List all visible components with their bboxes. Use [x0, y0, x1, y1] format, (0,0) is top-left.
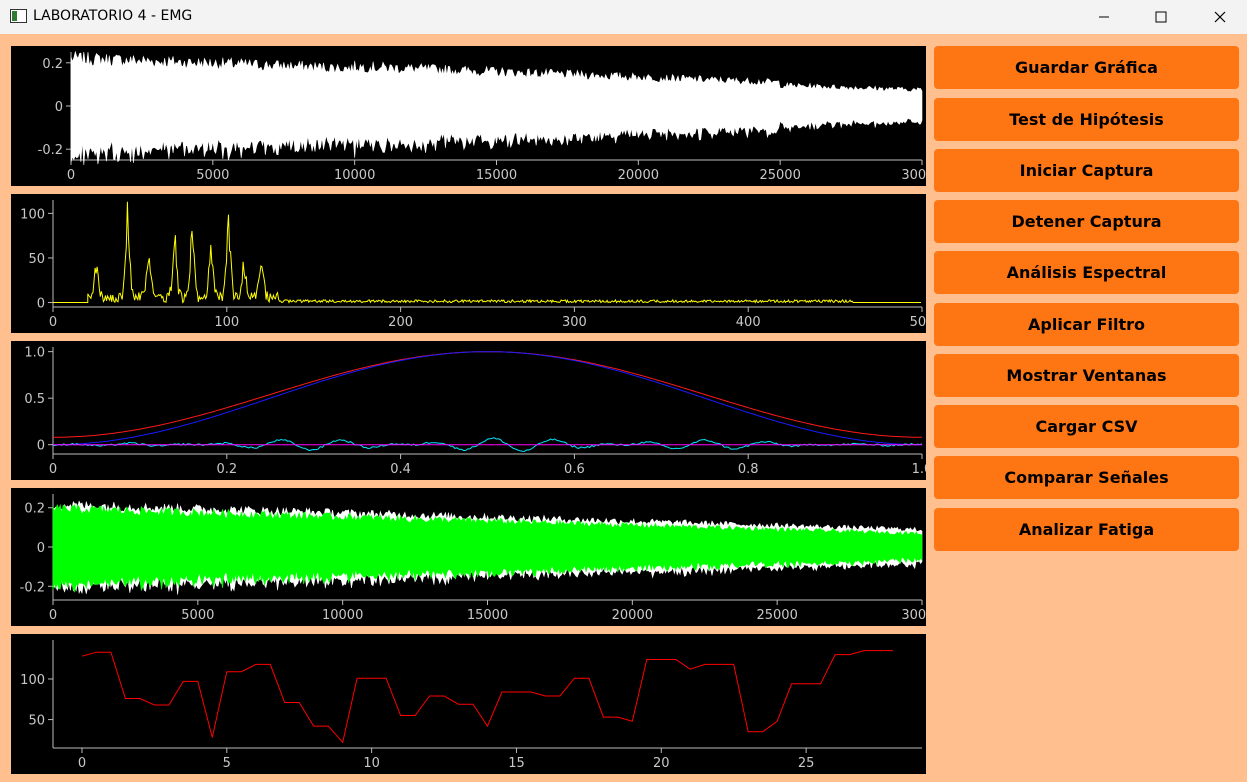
plot-svg: 0 5 10 15 20 25 100 50 [20, 640, 922, 771]
y-tick-label: -0.2 [38, 143, 63, 158]
x-tick-label: 25 [798, 756, 815, 771]
spectrum-plot[interactable]: 0100200300400500100500 [11, 194, 926, 333]
x-tick-label: 100 [214, 315, 239, 330]
title-bar: LABORATORIO 4 - EMG [0, 0, 1247, 34]
x-tick-label: 0 [67, 168, 75, 183]
plot-svg: 0 0.2 0.4 0.6 0.8 1.0 1.0 0.5 0 [24, 346, 926, 477]
fatigue-plot[interactable]: 0 5 10 15 20 25 100 50 [11, 634, 926, 774]
x-tick-label: 15 [508, 756, 525, 771]
x-tick-label: 10000 [334, 168, 375, 183]
x-tick-label: 30000 [901, 608, 926, 623]
x-tick-label: 10000 [322, 608, 363, 623]
x-tick-label: 0 [78, 756, 86, 771]
spectral-analysis-button[interactable]: Análisis Espectral [934, 251, 1239, 294]
save-chart-button[interactable]: Guardar Gráfica [934, 46, 1239, 89]
raw-emg-plot[interactable]: 0 5000 10000 15000 20000 25000 30000 0.2 0 -0.2 [11, 46, 926, 186]
x-tick-label: 5000 [181, 608, 214, 623]
y-tick-label: 0.2 [42, 57, 63, 72]
y-tick-label: 0 [37, 541, 45, 556]
y-tick-label: 1.0 [24, 346, 45, 361]
x-tick-label: 0 [49, 608, 57, 623]
x-tick-label: 15000 [467, 608, 508, 623]
plot-svg: 0 5000 10000 15000 20000 25000 30000 0.2 0 -0.2 [38, 50, 926, 183]
y-tick-label: 0 [37, 439, 45, 454]
close-icon [1214, 11, 1226, 23]
filtered-emg-plot[interactable]: 0 5000 10000 15000 20000 25000 30000 0.2 0 -0.2 [11, 488, 926, 626]
y-tick-label: 0.2 [24, 502, 45, 517]
window-title: LABORATORIO 4 - EMG [33, 8, 193, 24]
window-trace [53, 351, 922, 446]
window-trace [52, 351, 923, 438]
x-tick-label: 25000 [759, 168, 800, 183]
x-tick-label: 0.6 [564, 462, 585, 477]
start-capture-button[interactable]: Iniciar Captura [934, 149, 1239, 192]
plot-svg: 0 5000 10000 15000 20000 25000 30000 0.2 0 -0.2 [20, 494, 926, 623]
analyze-fatigue-button[interactable]: Analizar Fatiga [934, 508, 1239, 551]
x-tick-label: 5 [223, 756, 231, 771]
y-tick-label: 0.5 [24, 392, 45, 407]
x-tick-label: 0.4 [390, 462, 411, 477]
load-csv-button[interactable]: Cargar CSV [934, 405, 1239, 448]
plot-svg: 0100200300400500100500 [20, 200, 926, 330]
y-tick-label: -0.2 [20, 580, 45, 595]
maximize-button[interactable] [1131, 0, 1191, 34]
y-tick-label: 50 [28, 714, 45, 729]
windows-plot[interactable]: 0 0.2 0.4 0.6 0.8 1.0 1.0 0.5 0 [11, 341, 926, 480]
y-tick-label: 100 [20, 673, 45, 688]
x-tick-label: 0 [49, 315, 57, 330]
x-tick-label: 200 [388, 315, 413, 330]
stop-capture-button[interactable]: Detener Captura [934, 200, 1239, 243]
x-tick-label: 20000 [612, 608, 653, 623]
y-tick-label: 100 [20, 207, 45, 222]
x-tick-label: 25000 [756, 608, 797, 623]
x-tick-label: 0.2 [216, 462, 237, 477]
x-tick-label: 5000 [196, 168, 229, 183]
x-tick-label: 30000 [901, 168, 926, 183]
x-tick-label: 10 [363, 756, 380, 771]
spectrum-trace [53, 201, 921, 304]
minimize-icon [1099, 16, 1109, 18]
hypothesis-test-button[interactable]: Test de Hipótesis [934, 98, 1239, 141]
x-tick-label: 400 [736, 315, 761, 330]
x-tick-label: 1.0 [912, 462, 926, 477]
apply-filter-button[interactable]: Aplicar Filtro [934, 303, 1239, 346]
maximize-icon [1155, 11, 1167, 23]
x-tick-label: 300 [562, 315, 587, 330]
app-icon [10, 9, 27, 23]
fatigue-trace [81, 650, 893, 744]
show-windows-button[interactable]: Mostrar Ventanas [934, 354, 1239, 397]
y-tick-label: 0 [55, 100, 63, 115]
minimize-button[interactable] [1074, 0, 1134, 34]
x-tick-label: 0.8 [738, 462, 759, 477]
x-tick-label: 500 [910, 315, 926, 330]
x-tick-label: 20 [653, 756, 670, 771]
signal-trace [70, 50, 923, 165]
x-tick-label: 20000 [618, 168, 659, 183]
x-tick-label: 15000 [476, 168, 517, 183]
y-tick-label: 50 [28, 252, 45, 267]
y-tick-label: 0 [37, 297, 45, 312]
x-tick-label: 0 [49, 462, 57, 477]
close-button[interactable] [1190, 0, 1247, 34]
compare-signals-button[interactable]: Comparar Señales [934, 456, 1239, 499]
